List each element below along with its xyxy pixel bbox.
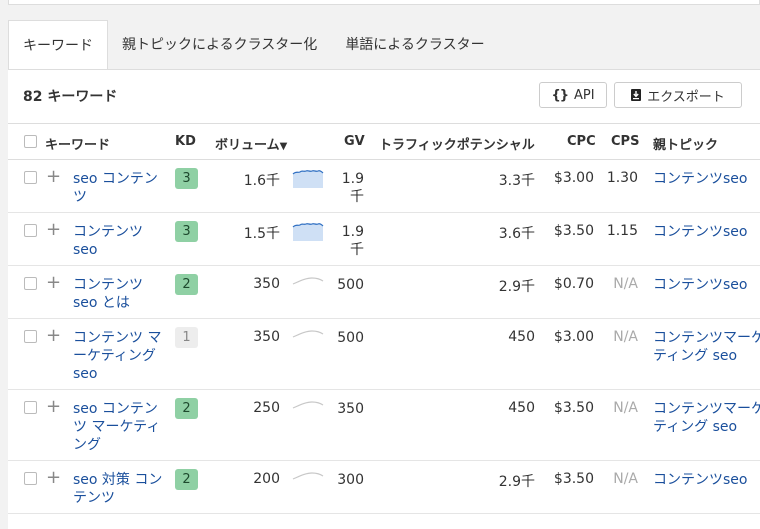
traffic-potential-value: 2.9千 bbox=[498, 474, 535, 490]
header-cpc[interactable]: CPC bbox=[567, 134, 596, 149]
row-checkbox[interactable] bbox=[24, 277, 37, 290]
cpc-value: $3.50 bbox=[553, 471, 594, 487]
cps-value: N/A bbox=[613, 400, 638, 416]
export-button-label: エクスポート bbox=[647, 89, 725, 105]
select-all-checkbox[interactable] bbox=[24, 135, 37, 148]
keyword-count-number: 82 bbox=[23, 89, 43, 105]
row-checkbox[interactable] bbox=[24, 472, 37, 485]
gv-value: 350 bbox=[337, 401, 364, 417]
tab-parent-topic-cluster[interactable]: 親トピックによるクラスター化 bbox=[108, 20, 331, 70]
gv-value: 1.9千 bbox=[341, 171, 364, 205]
add-to-list-icon[interactable]: + bbox=[46, 168, 61, 186]
keyword-count: 82 キーワード bbox=[23, 86, 117, 106]
download-icon bbox=[631, 89, 642, 101]
volume-trend-sparkline bbox=[292, 170, 324, 188]
parent-topic-link[interactable]: コンテンツseo bbox=[653, 223, 760, 241]
tab-bar: キーワード 親トピックによるクラスター化 単語によるクラスター bbox=[8, 20, 499, 70]
table-header: キーワード KD ボリューム▼ GV トラフィックポテンシャル CPC CPS … bbox=[8, 123, 760, 160]
add-to-list-icon[interactable]: + bbox=[46, 274, 61, 292]
add-to-list-icon[interactable]: + bbox=[46, 221, 61, 239]
keyword-link[interactable]: seo コンテンツ bbox=[73, 170, 165, 206]
volume-trend-sparkline bbox=[292, 330, 324, 338]
header-cps[interactable]: CPS bbox=[611, 134, 639, 149]
kd-badge: 2 bbox=[175, 274, 198, 295]
keyword-link[interactable]: seo 対策 コンテンツ bbox=[73, 471, 165, 507]
kd-badge: 2 bbox=[175, 398, 198, 419]
keywords-panel: 82 キーワード {} API エクスポート キーワード KD ボリューム▼ G… bbox=[8, 69, 760, 529]
cpc-value: $3.50 bbox=[553, 223, 594, 239]
volume-value: 350 bbox=[253, 276, 280, 292]
gv-value: 500 bbox=[337, 330, 364, 346]
add-to-list-icon[interactable]: + bbox=[46, 469, 61, 487]
braces-icon: {} bbox=[551, 87, 568, 103]
cps-value: 1.30 bbox=[606, 170, 638, 186]
cpc-value: $3.50 bbox=[553, 400, 594, 416]
table-row: + コンテンツ seo 3 1.5千 1.9千 3.6千 $3.50 1.15 コンテンツseo bbox=[8, 213, 760, 266]
parent-topic-link[interactable]: コンテンツseo bbox=[653, 276, 760, 294]
volume-trend-sparkline bbox=[292, 401, 324, 409]
api-button[interactable]: {} API bbox=[539, 82, 607, 108]
traffic-potential-value: 450 bbox=[508, 329, 535, 345]
export-button[interactable]: エクスポート bbox=[614, 82, 742, 108]
volume-value: 200 bbox=[253, 471, 280, 487]
sort-desc-icon: ▼ bbox=[279, 141, 288, 152]
volume-value: 1.6千 bbox=[243, 173, 280, 189]
volume-value: 250 bbox=[253, 400, 280, 416]
parent-topic-link[interactable]: コンテンツseo bbox=[653, 471, 760, 489]
keyword-count-label: キーワード bbox=[47, 89, 118, 105]
tab-keywords[interactable]: キーワード bbox=[8, 20, 108, 70]
cps-value: N/A bbox=[613, 276, 638, 292]
keyword-link[interactable]: コンテンツ seo とは bbox=[73, 276, 165, 312]
api-button-label: API bbox=[573, 87, 595, 103]
volume-value: 1.5千 bbox=[243, 226, 280, 242]
cpc-value: $0.70 bbox=[553, 276, 594, 292]
volume-trend-sparkline bbox=[292, 277, 324, 285]
row-checkbox[interactable] bbox=[24, 224, 37, 237]
table-row: + seo 対策 コンテンツ 2 200 300 2.9千 $3.50 N/A コンテンツseo bbox=[8, 461, 760, 514]
kd-badge: 3 bbox=[175, 168, 198, 189]
row-checkbox[interactable] bbox=[24, 330, 37, 343]
parent-topic-link[interactable]: コンテンツマーケティング seo bbox=[653, 400, 760, 436]
keyword-link[interactable]: コンテンツ seo bbox=[73, 223, 165, 259]
kd-badge: 3 bbox=[175, 221, 198, 242]
traffic-potential-value: 2.9千 bbox=[498, 279, 535, 295]
gv-value: 1.9千 bbox=[341, 224, 364, 258]
top-panel-edge bbox=[8, 0, 760, 5]
header-traffic-potential[interactable]: トラフィックポテンシャル bbox=[379, 134, 535, 153]
tab-term-cluster[interactable]: 単語によるクラスター bbox=[331, 20, 498, 70]
header-kd[interactable]: KD bbox=[175, 134, 196, 149]
kd-badge: 2 bbox=[175, 469, 198, 490]
traffic-potential-value: 3.3千 bbox=[498, 173, 535, 189]
add-to-list-icon[interactable]: + bbox=[46, 398, 61, 416]
row-checkbox[interactable] bbox=[24, 171, 37, 184]
cps-value: N/A bbox=[613, 329, 638, 345]
traffic-potential-value: 3.6千 bbox=[498, 226, 535, 242]
cps-value: N/A bbox=[613, 471, 638, 487]
parent-topic-link[interactable]: コンテンツマーケティング seo bbox=[653, 329, 760, 365]
cps-value: 1.15 bbox=[606, 223, 638, 239]
volume-value: 350 bbox=[253, 329, 280, 345]
traffic-potential-value: 450 bbox=[508, 400, 535, 416]
kd-badge: 1 bbox=[175, 327, 198, 348]
table-row: + コンテンツ seo とは 2 350 500 2.9千 $0.70 N/A コンテンツseo bbox=[8, 266, 760, 319]
keyword-link[interactable]: seo コンテンツ マーケティング bbox=[73, 400, 165, 454]
table-row: + seo コンテンツ マーケティング 2 250 350 450 $3.50 N/A コンテン… bbox=[8, 390, 760, 461]
add-to-list-icon[interactable]: + bbox=[46, 327, 61, 345]
header-volume-label: ボリューム bbox=[215, 138, 280, 153]
header-parent-topic[interactable]: 親トピック bbox=[653, 134, 718, 153]
header-keyword[interactable]: キーワード bbox=[45, 134, 110, 153]
table-row: + コンテンツ マーケティング seo 1 350 500 450 $3.00 N/A コンテン… bbox=[8, 319, 760, 390]
table-row: + seo コンテンツ 3 1.6千 1.9千 3.3千 $3.00 1.30 コンテンツseo bbox=[8, 160, 760, 213]
header-gv[interactable]: GV bbox=[344, 134, 365, 149]
header-volume[interactable]: ボリューム▼ bbox=[215, 134, 287, 153]
gv-value: 500 bbox=[337, 277, 364, 293]
volume-trend-sparkline bbox=[292, 223, 324, 241]
volume-trend-sparkline bbox=[292, 472, 324, 480]
parent-topic-link[interactable]: コンテンツseo bbox=[653, 170, 760, 188]
gv-value: 300 bbox=[337, 472, 364, 488]
cpc-value: $3.00 bbox=[553, 329, 594, 345]
keyword-link[interactable]: コンテンツ マーケティング seo bbox=[73, 329, 165, 383]
cpc-value: $3.00 bbox=[553, 170, 594, 186]
row-checkbox[interactable] bbox=[24, 401, 37, 414]
